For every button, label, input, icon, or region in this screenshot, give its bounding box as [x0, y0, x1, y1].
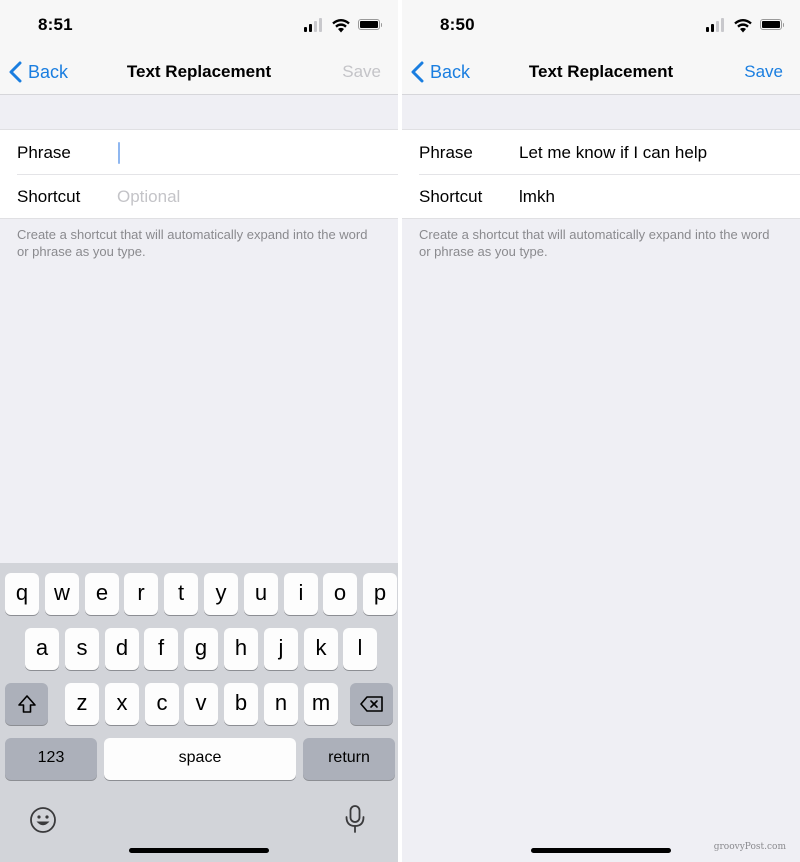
key-r[interactable]: r: [124, 573, 158, 615]
return-key[interactable]: return: [303, 738, 395, 780]
shortcut-label: Shortcut: [419, 187, 483, 206]
key-i[interactable]: i: [284, 573, 318, 615]
help-text: Create a shortcut that will automaticall…: [17, 227, 368, 259]
phrase-row: Phrase: [0, 130, 398, 174]
shortcut-row: Shortcut Optional: [0, 174, 398, 218]
wifi-icon: [332, 19, 350, 33]
replacement-form: Phrase Shortcut Optional: [0, 129, 398, 219]
key-q[interactable]: q: [5, 573, 39, 615]
status-icons: [304, 18, 382, 34]
key-k[interactable]: k: [304, 628, 338, 670]
shortcut-input[interactable]: Optional: [117, 187, 388, 207]
cellular-signal-icon: [706, 18, 725, 32]
key-z[interactable]: z: [65, 683, 99, 725]
status-icons: [706, 18, 784, 34]
phrase-row: Phrase Let me know if I can help: [402, 130, 800, 174]
key-f[interactable]: f: [144, 628, 178, 670]
help-text: Create a shortcut that will automaticall…: [419, 227, 770, 259]
key-y[interactable]: y: [204, 573, 238, 615]
page-title: Text Replacement: [528, 62, 674, 81]
watermark: groovyPost.com: [713, 842, 786, 852]
phrase-label: Phrase: [17, 143, 71, 162]
phrase-label: Phrase: [419, 143, 473, 162]
status-bar: 8:51: [0, 0, 398, 50]
right-screen: 8:50 Back Text Replacement Save Phrase L…: [402, 0, 800, 862]
key-j[interactable]: j: [264, 628, 298, 670]
key-u[interactable]: u: [244, 573, 278, 615]
save-button[interactable]: Save: [342, 62, 381, 82]
key-c[interactable]: c: [145, 683, 179, 725]
space-key[interactable]: space: [104, 738, 296, 780]
status-bar: 8:50: [402, 0, 800, 50]
numbers-key[interactable]: 123: [5, 738, 97, 780]
left-screen: 8:51 Back Text Replacement Save Phrase S…: [0, 0, 398, 862]
status-time: 8:50: [440, 15, 475, 34]
delete-key[interactable]: [350, 683, 393, 725]
key-s[interactable]: s: [65, 628, 99, 670]
cellular-signal-icon: [304, 18, 323, 32]
delete-icon: [359, 696, 383, 712]
shift-key[interactable]: [5, 683, 48, 725]
key-h[interactable]: h: [224, 628, 258, 670]
phrase-input[interactable]: [117, 143, 388, 165]
key-l[interactable]: l: [343, 628, 377, 670]
key-x[interactable]: x: [105, 683, 139, 725]
phrase-input[interactable]: Let me know if I can help: [519, 143, 790, 163]
key-e[interactable]: e: [85, 573, 119, 615]
key-b[interactable]: b: [224, 683, 258, 725]
shortcut-label: Shortcut: [17, 187, 81, 206]
navigation-bar: Back Text Replacement Save: [402, 50, 800, 95]
key-t[interactable]: t: [164, 573, 198, 615]
save-button[interactable]: Save: [744, 62, 783, 82]
battery-icon: [760, 19, 784, 30]
key-d[interactable]: d: [105, 628, 139, 670]
emoji-icon[interactable]: [29, 806, 57, 834]
wifi-icon: [734, 19, 752, 33]
key-v[interactable]: v: [184, 683, 218, 725]
key-w[interactable]: w: [45, 573, 79, 615]
replacement-form: Phrase Let me know if I can help Shortcu…: [402, 129, 800, 219]
key-o[interactable]: o: [323, 573, 357, 615]
key-g[interactable]: g: [184, 628, 218, 670]
home-indicator: [129, 848, 269, 853]
key-a[interactable]: a: [25, 628, 59, 670]
key-n[interactable]: n: [264, 683, 298, 725]
shortcut-input[interactable]: lmkh: [519, 187, 790, 207]
navigation-bar: Back Text Replacement Save: [0, 50, 398, 95]
key-p[interactable]: p: [363, 573, 397, 615]
home-indicator: [531, 848, 671, 853]
page-title: Text Replacement: [126, 62, 272, 81]
battery-icon: [358, 19, 382, 30]
status-time: 8:51: [38, 15, 73, 34]
text-caret: [118, 142, 120, 164]
key-m[interactable]: m: [304, 683, 338, 725]
shift-icon: [17, 695, 36, 713]
shortcut-row: Shortcut lmkh: [402, 174, 800, 218]
keyboard: qwertyuiop asdfghjkl zxcvbnm 123 space r…: [0, 563, 398, 862]
microphone-icon[interactable]: [344, 804, 366, 834]
